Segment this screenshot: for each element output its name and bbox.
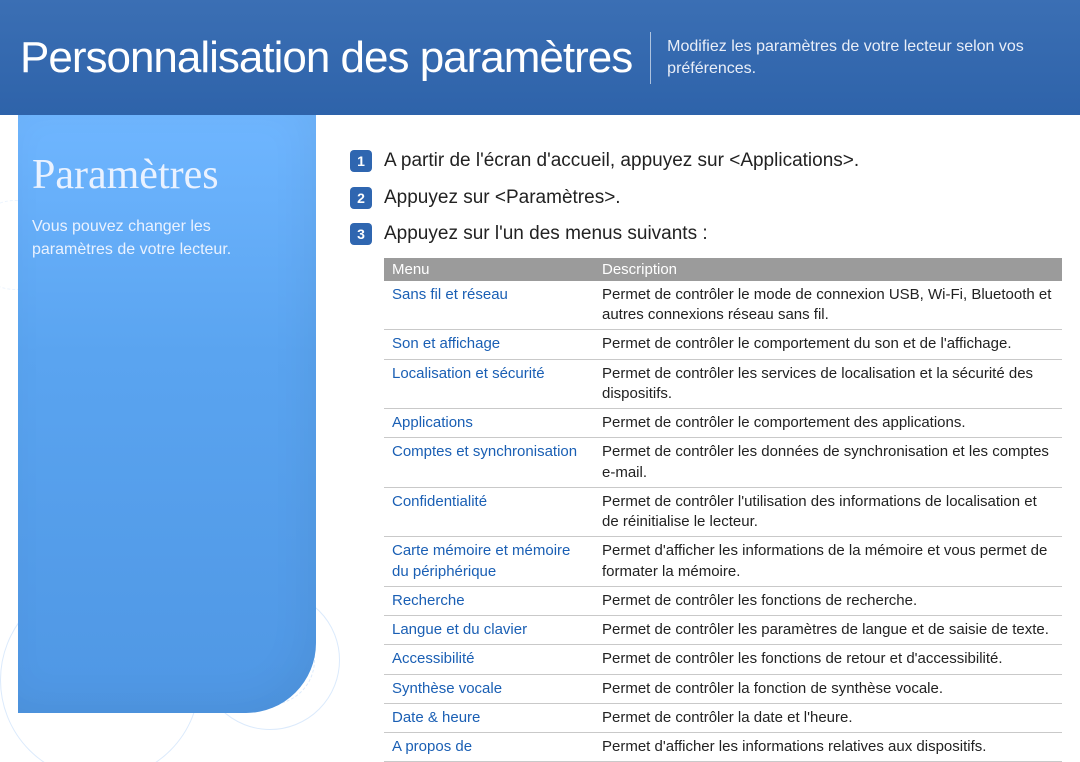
table-row: ConfidentialitéPermet de contrôler l'uti… — [384, 487, 1062, 537]
description-cell: Permet de contrôler les paramètres de la… — [594, 616, 1062, 645]
description-cell: Permet de contrôler la fonction de synth… — [594, 674, 1062, 703]
divider — [650, 32, 651, 84]
table-row: Synthèse vocalePermet de contrôler la fo… — [384, 674, 1062, 703]
description-cell: Permet de contrôler le comportement des … — [594, 409, 1062, 438]
step-text: Appuyez sur <Paramètres>. — [384, 185, 621, 212]
table-row: Localisation et sécuritéPermet de contrô… — [384, 359, 1062, 409]
page-subtitle: Modifiez les paramètres de votre lecteur… — [667, 36, 1080, 79]
step-list: 1 A partir de l'écran d'accueil, appuyez… — [350, 148, 1050, 248]
table-row: A propos dePermet d'afficher les informa… — [384, 733, 1062, 762]
table-row: Comptes et synchronisationPermet de cont… — [384, 438, 1062, 488]
col-menu: Menu — [384, 258, 594, 281]
menu-cell: Carte mémoire et mémoire du périphérique — [384, 537, 594, 587]
step-badge: 2 — [350, 187, 372, 209]
menu-cell: Applications — [384, 409, 594, 438]
menu-cell: Synthèse vocale — [384, 674, 594, 703]
sidebar: Paramètres Vous pouvez changer les param… — [18, 115, 316, 713]
step-text: Appuyez sur l'un des menus suivants : — [384, 221, 708, 248]
step-text: A partir de l'écran d'accueil, appuyez s… — [384, 148, 859, 175]
col-description: Description — [594, 258, 1062, 281]
sidebar-title: Paramètres — [32, 151, 292, 199]
description-cell: Permet de contrôler la date et l'heure. — [594, 703, 1062, 732]
table-row: Son et affichagePermet de contrôler le c… — [384, 330, 1062, 359]
table-row: RecherchePermet de contrôler les fonctio… — [384, 586, 1062, 615]
step-1: 1 A partir de l'écran d'accueil, appuyez… — [350, 148, 1050, 175]
settings-table: Menu Description Sans fil et réseauPerme… — [384, 258, 1062, 762]
menu-cell: Recherche — [384, 586, 594, 615]
table-row: AccessibilitéPermet de contrôler les fon… — [384, 645, 1062, 674]
description-cell: Permet de contrôler les fonctions de ret… — [594, 645, 1062, 674]
step-badge: 3 — [350, 223, 372, 245]
main-content: 1 A partir de l'écran d'accueil, appuyez… — [350, 148, 1050, 762]
menu-cell: A propos de — [384, 733, 594, 762]
description-cell: Permet d'afficher les informations de la… — [594, 537, 1062, 587]
menu-cell: Langue et du clavier — [384, 616, 594, 645]
step-badge: 1 — [350, 150, 372, 172]
menu-cell: Sans fil et réseau — [384, 281, 594, 330]
description-cell: Permet de contrôler le comportement du s… — [594, 330, 1062, 359]
table-row: ApplicationsPermet de contrôler le compo… — [384, 409, 1062, 438]
table-row: Sans fil et réseauPermet de contrôler le… — [384, 281, 1062, 330]
description-cell: Permet de contrôler les données de synch… — [594, 438, 1062, 488]
description-cell: Permet de contrôler le mode de connexion… — [594, 281, 1062, 330]
description-cell: Permet de contrôler l'utilisation des in… — [594, 487, 1062, 537]
step-3: 3 Appuyez sur l'un des menus suivants : — [350, 221, 1050, 248]
description-cell: Permet de contrôler les fonctions de rec… — [594, 586, 1062, 615]
table-row: Langue et du clavierPermet de contrôler … — [384, 616, 1062, 645]
menu-cell: Son et affichage — [384, 330, 594, 359]
table-row: Carte mémoire et mémoire du périphérique… — [384, 537, 1062, 587]
menu-cell: Localisation et sécurité — [384, 359, 594, 409]
sidebar-body: Vous pouvez changer les paramètres de vo… — [32, 215, 292, 261]
table-row: Date & heurePermet de contrôler la date … — [384, 703, 1062, 732]
page-title: Personnalisation des paramètres — [0, 36, 650, 80]
menu-cell: Confidentialité — [384, 487, 594, 537]
description-cell: Permet d'afficher les informations relat… — [594, 733, 1062, 762]
menu-cell: Date & heure — [384, 703, 594, 732]
table-header-row: Menu Description — [384, 258, 1062, 281]
menu-cell: Comptes et synchronisation — [384, 438, 594, 488]
page-banner: Personnalisation des paramètres Modifiez… — [0, 0, 1080, 115]
description-cell: Permet de contrôler les services de loca… — [594, 359, 1062, 409]
page-root: Personnalisation des paramètres Modifiez… — [0, 0, 1080, 762]
step-2: 2 Appuyez sur <Paramètres>. — [350, 185, 1050, 212]
menu-cell: Accessibilité — [384, 645, 594, 674]
